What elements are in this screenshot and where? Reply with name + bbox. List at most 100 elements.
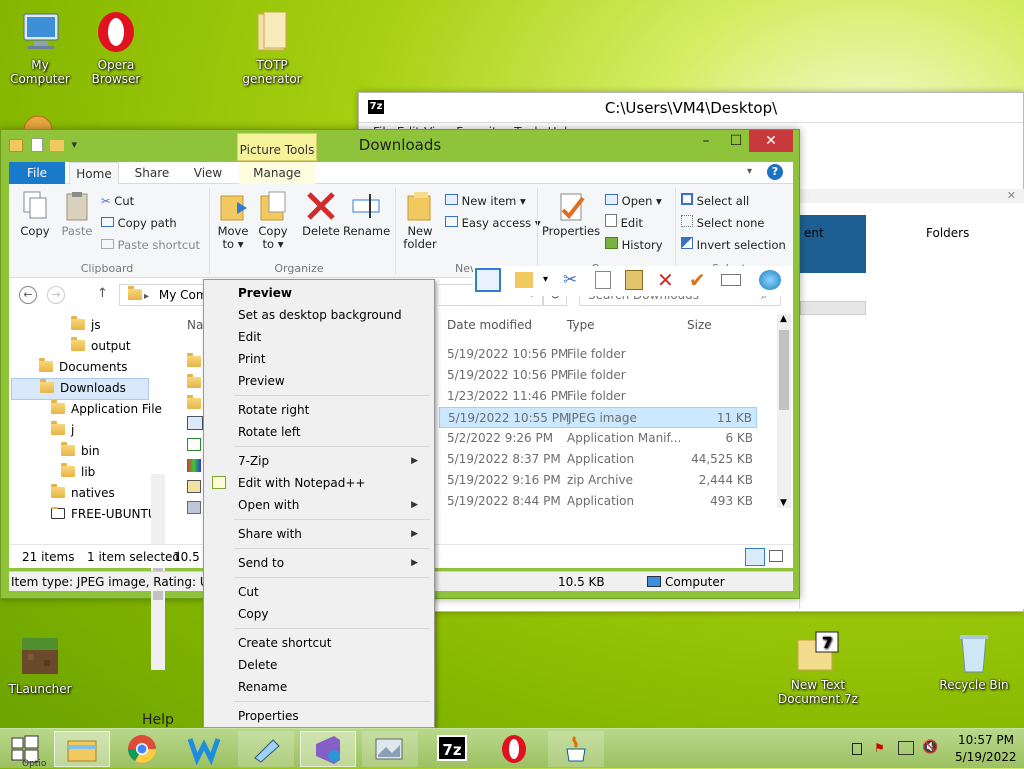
menu-item-send-to[interactable]: Send to ▶	[238, 552, 428, 574]
menu-item-print[interactable]: Print	[238, 348, 428, 370]
menu-item-preview[interactable]: Preview	[238, 370, 428, 392]
menu-item-copy[interactable]: Copy	[238, 603, 428, 625]
move-to-button[interactable]: Move to ▾	[213, 190, 253, 251]
desktop-icon-opera[interactable]: Opera Browser	[76, 10, 156, 86]
folder-options-icon[interactable]	[515, 272, 533, 288]
globe-icon[interactable]	[759, 270, 781, 290]
tray-flag-icon[interactable]: ⚑	[874, 741, 888, 755]
tab-file[interactable]: File	[9, 162, 65, 184]
menu-item-rotate-left[interactable]: Rotate left	[238, 421, 428, 443]
desktop-icon-my-computer[interactable]: My Computer	[0, 10, 80, 86]
maximize-button[interactable]: ☐	[721, 130, 751, 152]
tab-view[interactable]: View	[183, 162, 233, 184]
file-row[interactable]: 5/19/2022 10:56 PM File folder	[439, 344, 757, 365]
taskbar-explorer[interactable]	[54, 731, 110, 767]
menu-item-rotate-right[interactable]: Rotate right	[238, 399, 428, 421]
back-button[interactable]: ←	[19, 286, 37, 304]
tree-item[interactable]: js	[71, 316, 101, 332]
cut-button[interactable]: ✂ Cut	[101, 192, 134, 210]
list-scrollbar[interactable]: ▲ ▼	[777, 314, 791, 508]
copy-path-button[interactable]: Copy path	[101, 214, 177, 232]
menu-item-preview-default[interactable]: Preview	[238, 282, 428, 304]
taskbar-notepad[interactable]	[238, 731, 294, 767]
column-header-type[interactable]: Type	[567, 318, 595, 332]
tree-item-downloads[interactable]: Downloads	[11, 378, 149, 400]
chevron-down-icon[interactable]: ▾	[543, 274, 548, 285]
forward-button[interactable]: →	[47, 286, 65, 304]
clock-time[interactable]: 10:57 PM	[958, 733, 1014, 747]
select-all-button[interactable]: Select all	[681, 192, 749, 210]
tab-home[interactable]: Home	[69, 162, 119, 184]
menu-item-set-desktop-background[interactable]: Set as desktop background	[238, 304, 428, 326]
explorer-titlebar[interactable]: ▾ Picture Tools Downloads – ☐ ✕	[1, 130, 799, 161]
menu-item-cut[interactable]: Cut	[238, 581, 428, 603]
7zip-close-button[interactable]: ✕	[800, 189, 1024, 203]
copy-button[interactable]: Copy	[15, 190, 55, 238]
tree-item[interactable]: j	[51, 421, 74, 437]
menu-item-rename[interactable]: Rename	[238, 676, 428, 698]
clock-date[interactable]: 5/19/2022	[955, 750, 1017, 764]
tray-volume-muted-icon[interactable]: 🔇	[922, 740, 938, 755]
help-icon[interactable]: ?	[767, 164, 783, 180]
select-none-button[interactable]: Select none	[681, 214, 764, 232]
file-row[interactable]: 5/19/2022 9:16 PM zip Archive 2,444 KB	[439, 470, 757, 491]
ribbon-collapse-icon[interactable]: ▾	[747, 166, 752, 177]
menu-item-edit-notepad-plus-plus[interactable]: Edit with Notepad++	[238, 472, 428, 494]
tree-item[interactable]: lib	[61, 463, 95, 479]
menu-item-properties[interactable]: Properties	[238, 705, 428, 727]
taskbar-7zip[interactable]: 7z	[424, 731, 480, 767]
column-header-date[interactable]: Date modified	[447, 318, 532, 332]
tray-network-icon[interactable]	[898, 741, 914, 755]
tree-item[interactable]: Documents	[39, 358, 127, 374]
up-button[interactable]: ↑	[97, 286, 108, 301]
copy-icon[interactable]	[595, 271, 611, 289]
rename-button[interactable]: Rename	[343, 190, 390, 238]
easy-access-button[interactable]: Easy access ▾	[445, 214, 541, 232]
file-row[interactable]: 5/19/2022 8:37 PM Application 44,525 KB	[439, 449, 757, 470]
taskbar-chrome[interactable]	[114, 731, 170, 767]
column-header-size[interactable]: Size	[687, 318, 712, 332]
close-button[interactable]: ✕	[749, 130, 793, 152]
edit-button[interactable]: Edit	[605, 214, 643, 232]
preview-pane-icon[interactable]	[475, 268, 501, 292]
paste-icon[interactable]	[625, 270, 643, 290]
address-bar[interactable]: ▸ My Com	[119, 284, 211, 306]
menu-item-open-with[interactable]: Open with ▶	[238, 494, 428, 516]
list-scrollbar-thumb[interactable]	[779, 330, 789, 410]
taskbar-java[interactable]	[548, 731, 604, 767]
paste-shortcut-button[interactable]: Paste shortcut	[101, 236, 200, 254]
menu-item-edit[interactable]: Edit	[238, 326, 428, 348]
large-icons-view-button[interactable]	[769, 550, 783, 562]
copy-to-button[interactable]: Copy to ▾	[253, 190, 293, 251]
tab-manage[interactable]: Manage	[239, 162, 315, 184]
file-row[interactable]: 5/19/2022 8:44 PM Application 493 KB	[439, 491, 757, 512]
rename-icon[interactable]	[721, 274, 741, 286]
history-button[interactable]: History	[605, 236, 663, 254]
file-row[interactable]: 5/2/2022 9:26 PM Application Manif... 6 KB	[439, 428, 757, 449]
new-item-button[interactable]: New item ▾	[445, 192, 526, 210]
cut-icon[interactable]: ✂	[563, 270, 577, 290]
paste-button[interactable]: Paste	[57, 190, 97, 238]
menu-item-create-shortcut[interactable]: Create shortcut	[238, 632, 428, 654]
tree-item[interactable]: output	[71, 337, 131, 353]
file-row[interactable]: 1/23/2022 11:46 PM File folder	[439, 386, 757, 407]
details-view-button[interactable]	[745, 548, 765, 566]
taskbar-image-viewer[interactable]	[362, 731, 418, 767]
desktop-icon-tlauncher[interactable]: TLauncher	[0, 634, 80, 696]
desktop-icon-recycle-bin[interactable]: Recycle Bin	[934, 630, 1014, 692]
properties-button[interactable]: Properties	[541, 190, 601, 238]
file-row-selected[interactable]: 5/19/2022 10:55 PM JPEG image 11 KB	[439, 407, 757, 428]
minimize-button[interactable]: –	[691, 130, 721, 152]
taskbar-app-w[interactable]	[176, 731, 232, 767]
start-button[interactable]: Optio	[0, 729, 52, 769]
desktop-icon-totp[interactable]: TOTP generator	[232, 10, 312, 86]
tray-show-desktop-icon[interactable]	[852, 743, 862, 755]
taskbar-opera[interactable]	[486, 731, 542, 767]
new-folder-button[interactable]: New folder	[399, 190, 441, 251]
file-row[interactable]: 5/19/2022 10:56 PM File folder	[439, 365, 757, 386]
delete-button[interactable]: Delete	[301, 190, 341, 238]
menu-item-7zip[interactable]: 7-Zip ▶	[238, 450, 428, 472]
tree-item[interactable]: natives	[51, 484, 115, 500]
invert-selection-button[interactable]: Invert selection	[681, 236, 786, 254]
taskbar-visual-studio[interactable]	[300, 731, 356, 767]
